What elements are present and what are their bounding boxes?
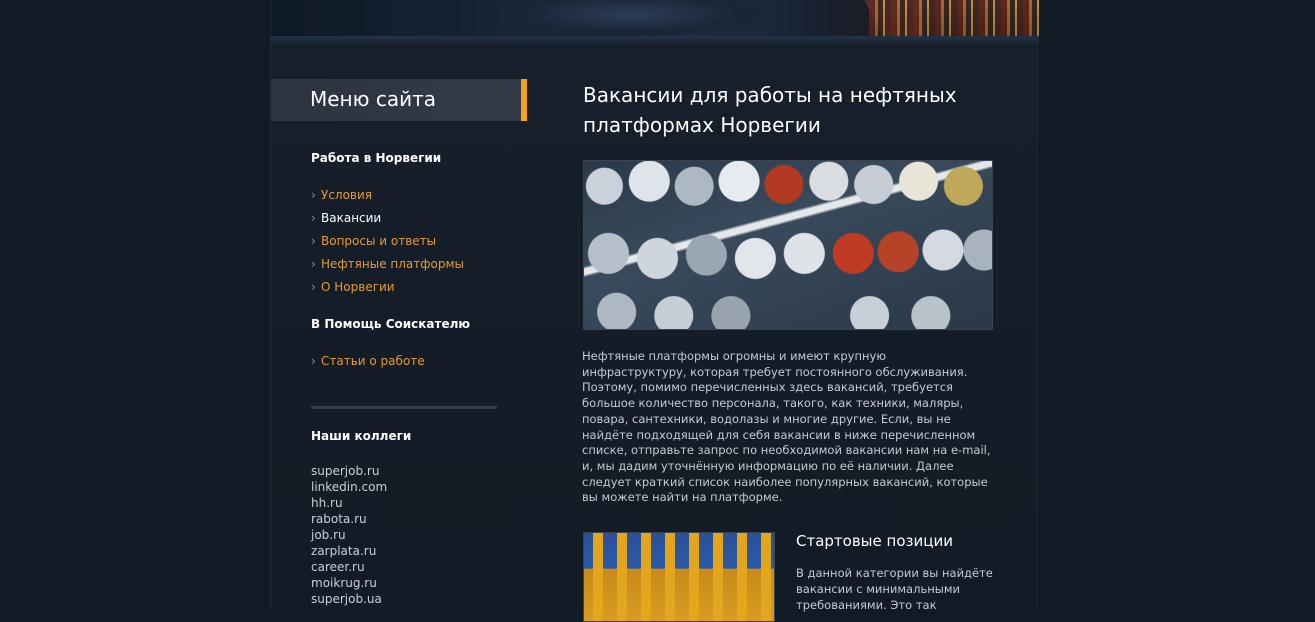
- menu-header: Меню сайта: [271, 79, 527, 121]
- section-title-job-seeker-help: В Помощь Соискателю: [311, 317, 471, 331]
- nav-list-work: Условия Вакансии Вопросы и ответы Нефтян…: [311, 184, 464, 299]
- colleague-link[interactable]: superjob.ru: [311, 463, 387, 479]
- colleague-link[interactable]: superjob.ua: [311, 591, 387, 607]
- nav-link-conditions[interactable]: Условия: [311, 184, 464, 207]
- header-ship-image: [869, 0, 1039, 36]
- section-title-work-norway: Работа в Норвегии: [311, 151, 442, 165]
- colleague-link[interactable]: moikrug.ru: [311, 575, 387, 591]
- colleague-link[interactable]: linkedin.com: [311, 479, 387, 495]
- nav-list-help: Статьи о работе: [311, 350, 425, 373]
- colleague-link[interactable]: zarplata.ru: [311, 543, 387, 559]
- page-title: Вакансии для работы на нефтяных платформ…: [583, 83, 957, 137]
- page-container: Меню сайта Работа в Норвегии Условия Вак…: [270, 0, 1039, 622]
- subsection-text: В данной категории вы найдёте вакансии с…: [796, 566, 993, 612]
- colleague-link[interactable]: job.ru: [311, 527, 387, 543]
- colleague-link[interactable]: hh.ru: [311, 495, 387, 511]
- menu-title: Меню сайта: [310, 87, 436, 111]
- nav-link-vacancies[interactable]: Вакансии: [311, 207, 464, 230]
- colleagues-list: superjob.ru linkedin.com hh.ru rabota.ru…: [311, 463, 387, 607]
- subsection-title[interactable]: Стартовые позиции: [796, 532, 953, 550]
- nav-link-faq[interactable]: Вопросы и ответы: [311, 230, 464, 253]
- section-title-colleagues: Наши коллеги: [311, 429, 412, 443]
- intro-paragraph: Нефтяные платформы огромны и имеют крупн…: [582, 349, 991, 505]
- header-divider-strip: [271, 36, 1039, 44]
- menu-divider: [311, 406, 497, 409]
- nav-link-about-norway[interactable]: О Норвегии: [311, 276, 464, 299]
- header-banner-image: [271, 0, 1039, 36]
- colleague-link[interactable]: rabota.ru: [311, 511, 387, 527]
- nav-link-articles[interactable]: Статьи о работе: [311, 350, 425, 373]
- colleague-link[interactable]: career.ru: [311, 559, 387, 575]
- helmets-photo: [583, 160, 993, 330]
- nav-link-oil-platforms[interactable]: Нефтяные платформы: [311, 253, 464, 276]
- header-water: [501, 0, 761, 36]
